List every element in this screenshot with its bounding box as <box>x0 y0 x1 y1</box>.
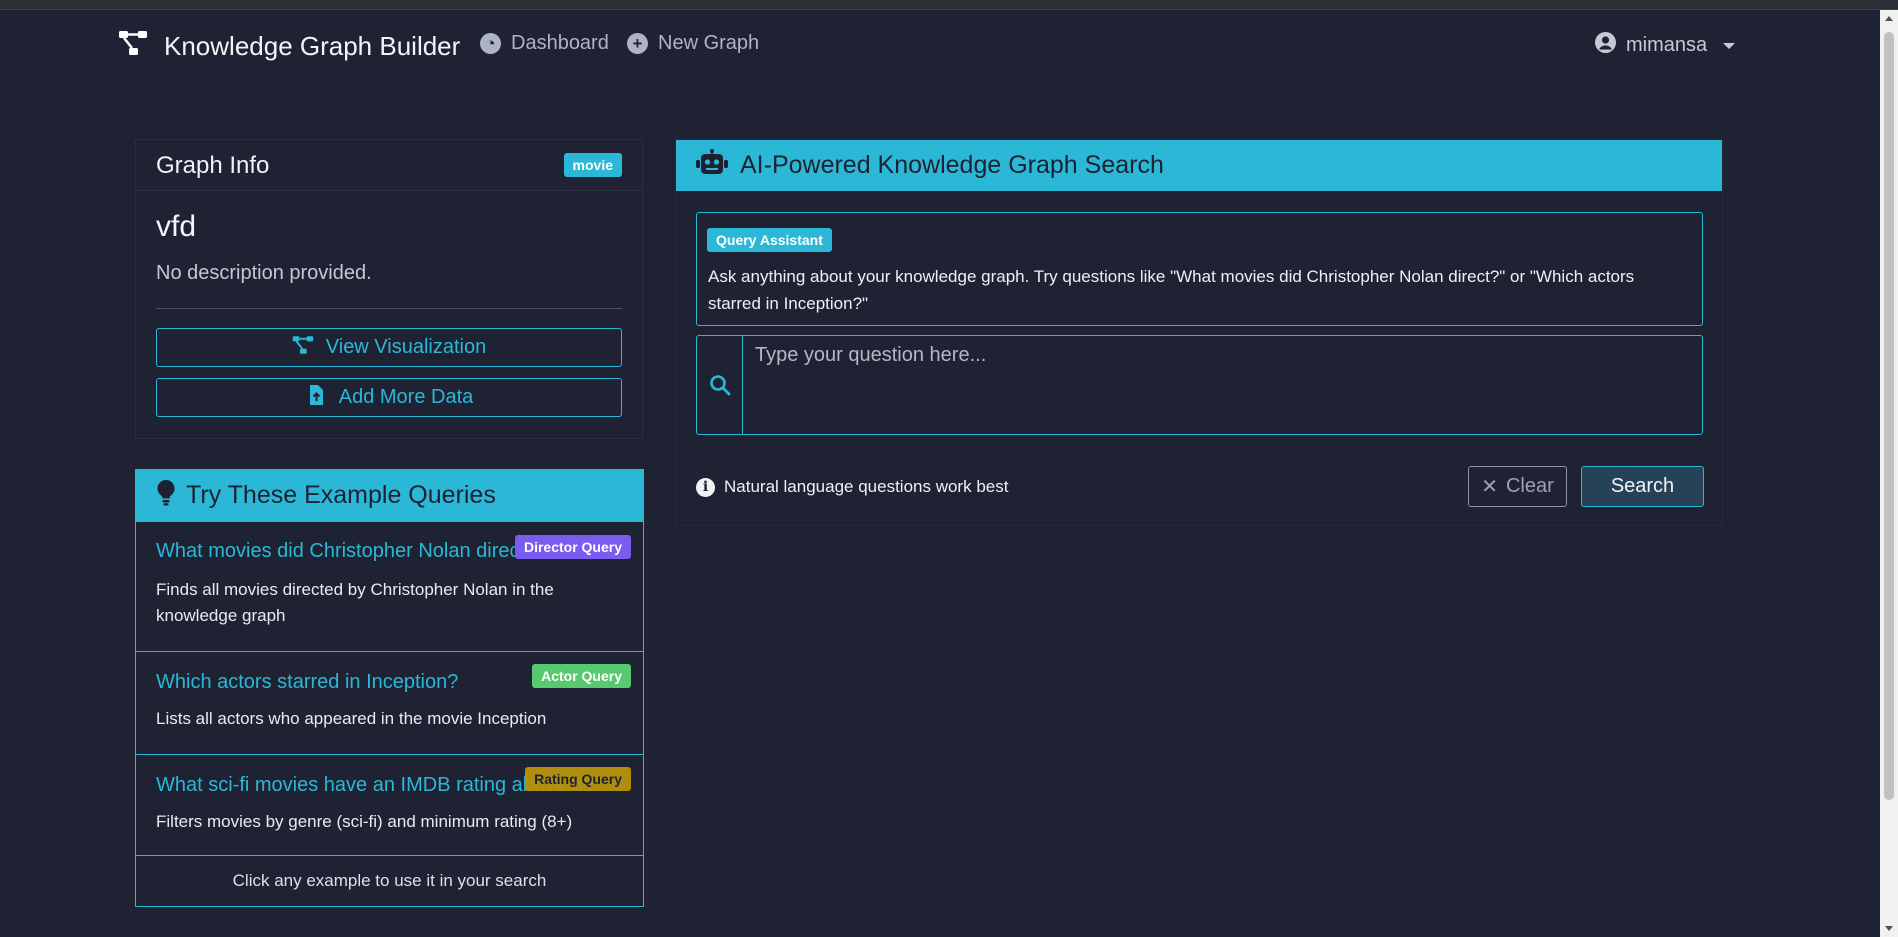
navbar: Knowledge Graph Builder ◔ Dashboard + Ne… <box>0 10 1880 78</box>
example-queries-card: Try These Example Queries What movies di… <box>135 469 644 907</box>
search-icon <box>697 336 743 434</box>
info-icon: i <box>696 477 715 497</box>
search-title: AI-Powered Knowledge Graph Search <box>740 151 1164 179</box>
divider <box>156 308 622 309</box>
question-input-group <box>696 335 1703 435</box>
query-assistant-badge: Query Assistant <box>707 228 832 252</box>
scrollbar-thumb[interactable] <box>1884 32 1894 800</box>
nav-new-graph[interactable]: + New Graph <box>627 32 759 55</box>
example-query-item[interactable]: Which actors starred in Inception? Actor… <box>136 651 643 754</box>
query-assistant-box: Query Assistant Ask anything about your … <box>696 212 1703 326</box>
scroll-up-icon[interactable] <box>1885 16 1893 21</box>
plus-circle-icon: + <box>627 33 648 54</box>
example-query-title: What movies did Christopher Nolan direct… <box>156 540 537 562</box>
search-card: AI-Powered Knowledge Graph Search Query … <box>675 139 1723 526</box>
search-hint-text: Natural language questions work best <box>724 477 1009 496</box>
chevron-down-icon <box>1723 42 1736 49</box>
graph-description: No description provided. <box>156 262 372 284</box>
example-query-description: Finds all movies directed by Christopher… <box>156 580 554 625</box>
example-query-title: Which actors starred in Inception? <box>156 671 459 693</box>
example-query-description: Lists all actors who appeared in the mov… <box>156 709 547 728</box>
graph-info-title: Graph Info <box>156 152 270 179</box>
graph-info-header: Graph Info movie <box>136 140 642 191</box>
project-diagram-icon <box>292 334 314 362</box>
file-upload-icon <box>305 384 327 412</box>
close-icon: ✕ <box>1481 476 1498 498</box>
dashboard-icon: ◔ <box>480 33 501 54</box>
lightbulb-icon <box>156 479 176 513</box>
example-queries-title: Try These Example Queries <box>186 481 496 509</box>
search-header: AI-Powered Knowledge Graph Search <box>676 140 1722 191</box>
brand[interactable]: Knowledge Graph Builder <box>118 28 460 65</box>
page-scrollbar[interactable] <box>1880 10 1898 937</box>
add-more-data-button[interactable]: Add More Data <box>156 378 622 417</box>
add-more-data-label: Add More Data <box>338 386 474 408</box>
nav-dashboard[interactable]: ◔ Dashboard <box>480 32 609 55</box>
graph-info-card: Graph Info movie vfd No description prov… <box>135 139 643 439</box>
scroll-down-icon[interactable] <box>1885 926 1893 931</box>
view-visualization-button[interactable]: View Visualization <box>156 328 622 367</box>
search-hint: i Natural language questions work best <box>696 477 1008 497</box>
query-type-badge: Rating Query <box>525 767 631 791</box>
graph-name: vfd <box>156 210 197 243</box>
clear-button[interactable]: ✕ Clear <box>1468 466 1567 507</box>
example-query-description: Filters movies by genre (sci-fi) and min… <box>156 812 573 831</box>
user-name: mimansa <box>1626 34 1708 56</box>
nav-new-graph-label: New Graph <box>658 32 760 54</box>
user-menu[interactable]: mimansa <box>1595 32 1736 59</box>
view-visualization-label: View Visualization <box>325 336 487 358</box>
nav-dashboard-label: Dashboard <box>511 32 609 54</box>
user-avatar-icon <box>1595 32 1616 59</box>
graph-type-badge: movie <box>563 153 622 177</box>
brand-title: Knowledge Graph Builder <box>164 31 461 61</box>
robot-icon <box>696 149 728 182</box>
example-query-item[interactable]: What movies did Christopher Nolan direct… <box>136 521 643 651</box>
clear-label: Clear <box>1505 475 1554 497</box>
query-assistant-text: Ask anything about your knowledge graph.… <box>708 267 1635 313</box>
graph-logo-icon <box>118 28 148 65</box>
browser-top-bar <box>0 0 1898 10</box>
example-queries-footer: Click any example to use it in your sear… <box>136 855 643 906</box>
question-input[interactable] <box>743 336 1701 434</box>
example-queries-header: Try These Example Queries <box>136 470 643 521</box>
query-type-badge: Actor Query <box>532 664 631 688</box>
search-button[interactable]: Search <box>1581 466 1704 507</box>
query-type-badge: Director Query <box>514 535 631 559</box>
example-query-item[interactable]: What sci-fi movies have an IMDB rating a… <box>136 754 643 857</box>
